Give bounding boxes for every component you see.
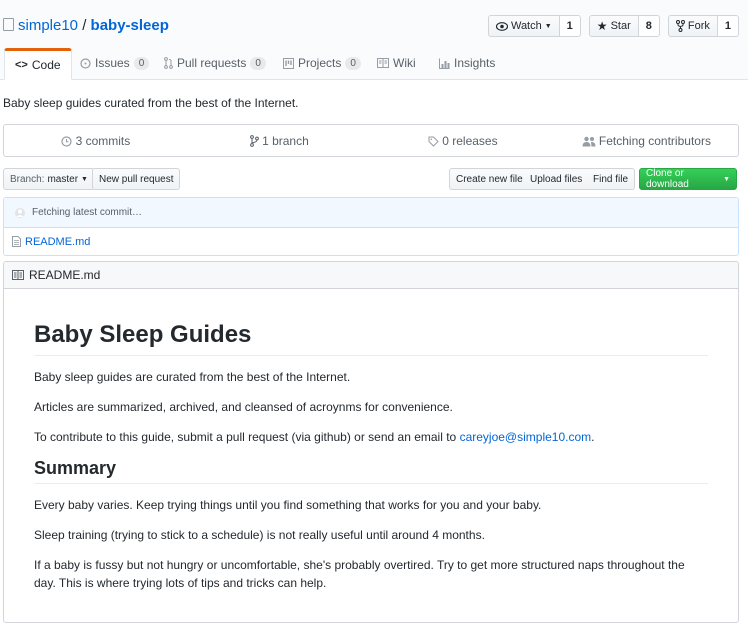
file-navigation: Branch: master ▼ New pull request Create… <box>3 168 737 190</box>
contributors-status: Fetching contributors <box>598 133 711 148</box>
watch-group: Watch ▼ 1 <box>487 15 581 37</box>
readme-paragraph: Baby sleep guides are curated from the b… <box>34 370 351 384</box>
new-pull-request-button[interactable]: New pull request <box>92 168 181 190</box>
branches-link[interactable]: 1 branch <box>188 134 372 148</box>
releases-count: 0 releases <box>442 133 498 148</box>
tag-icon <box>428 136 439 147</box>
chevron-down-icon: ▼ <box>544 22 552 30</box>
tab-insights-label: Insights <box>454 56 496 70</box>
star-icon: ★ <box>596 19 608 33</box>
commit-panel: Fetching latest commit… README.md <box>3 197 739 256</box>
commits-link[interactable]: 3 commits <box>4 134 188 148</box>
tab-pull-requests-label: Pull requests <box>177 56 247 70</box>
tab-code[interactable]: <> Code <box>4 48 72 80</box>
tab-pull-requests[interactable]: Pull requests 0 <box>164 48 266 78</box>
repo-description: Baby sleep guides curated from the best … <box>3 96 299 110</box>
tab-projects-label: Projects <box>298 56 342 70</box>
star-label: Star <box>610 20 631 32</box>
star-count[interactable]: 8 <box>638 15 660 37</box>
pull-request-icon <box>164 57 173 69</box>
readme-header: README.md <box>4 262 738 289</box>
branches-count: 1 branch <box>262 133 309 148</box>
graph-icon <box>439 58 450 69</box>
contributors-link[interactable]: Fetching contributors <box>555 134 739 148</box>
fork-count[interactable]: 1 <box>717 15 739 37</box>
releases-link[interactable]: 0 releases <box>371 134 555 148</box>
projects-counter: 0 <box>345 56 361 70</box>
file-name-link[interactable]: README.md <box>25 236 90 248</box>
readme-body: Baby Sleep Guides Baby sleep guides are … <box>4 321 738 592</box>
fork-icon <box>675 20 685 32</box>
branch-select-button[interactable]: Branch: master ▼ <box>3 168 95 190</box>
tab-code-label: Code <box>31 58 61 72</box>
chevron-down-icon: ▼ <box>81 175 88 183</box>
fork-group: Fork 1 <box>667 15 739 37</box>
tab-issues[interactable]: Issues 0 <box>80 48 150 78</box>
clone-or-download-button[interactable]: Clone or download ▼ <box>639 168 737 190</box>
people-icon <box>582 136 596 147</box>
eye-icon <box>495 21 508 31</box>
tab-projects[interactable]: Projects 0 <box>283 48 361 78</box>
tab-insights[interactable]: Insights <box>439 48 495 78</box>
book-icon <box>377 58 389 68</box>
readme-paragraph: If a baby is fussy but not hungry or unc… <box>34 558 685 590</box>
sentence-end: . <box>591 430 595 444</box>
readme-paragraph: Sleep training (trying to stick to a sch… <box>34 528 485 542</box>
repo-owner-link[interactable]: simple10 <box>18 17 78 34</box>
issue-icon <box>80 57 91 69</box>
star-group: ★ Star 8 <box>588 15 660 37</box>
watch-button[interactable]: Watch ▼ <box>487 15 560 37</box>
readme-heading: Baby Sleep Guides <box>34 321 708 356</box>
numbers-summary: 3 commits 1 branch 0 releases Fetching c… <box>3 124 739 157</box>
find-file-button[interactable]: Find file <box>587 168 636 190</box>
contribute-text: To contribute to this guide, submit a pu… <box>34 430 460 444</box>
tab-wiki[interactable]: Wiki <box>377 48 416 78</box>
latest-commit-status: Fetching latest commit… <box>32 207 143 218</box>
readme-paragraph: To contribute to this guide, submit a pu… <box>34 428 708 446</box>
create-new-file-button[interactable]: Create new file <box>449 168 530 190</box>
readme-title: README.md <box>29 268 101 282</box>
watch-label: Watch <box>510 20 542 32</box>
summary-heading: Summary <box>34 458 708 484</box>
commits-count: 3 commits <box>75 133 131 148</box>
latest-commit-bar: Fetching latest commit… <box>4 198 738 228</box>
project-icon <box>283 57 294 69</box>
upload-files-button[interactable]: Upload files <box>524 168 590 190</box>
branch-name: master <box>47 173 79 185</box>
branch-prefix: Branch: <box>10 173 45 185</box>
tab-issues-label: Issues <box>95 56 130 70</box>
file-icon <box>12 236 21 247</box>
tab-wiki-label: Wiki <box>393 56 416 70</box>
repo-separator: / <box>82 17 87 34</box>
repo-header: simple10 / baby-sleep Watch ▼ 1 ★ Star 8… <box>0 0 748 48</box>
email-link[interactable]: careyjoe@simple10.com <box>460 430 592 444</box>
readme-paragraph: Every baby varies. Keep trying things un… <box>34 498 542 512</box>
code-icon: <> <box>15 59 28 71</box>
branch-icon <box>249 135 259 148</box>
issues-counter: 0 <box>133 56 150 70</box>
book-icon <box>12 270 24 280</box>
readme-panel: README.md Baby Sleep Guides Baby sleep g… <box>3 261 739 623</box>
repo-actions: Watch ▼ 1 ★ Star 8 Fork 1 <box>487 15 739 37</box>
repo-book-icon <box>3 18 14 31</box>
repo-title: simple10 / baby-sleep <box>3 17 169 34</box>
pull-requests-counter: 0 <box>250 56 266 70</box>
fork-label: Fork <box>687 20 710 32</box>
watch-count[interactable]: 1 <box>559 15 581 37</box>
chevron-down-icon: ▼ <box>723 175 730 183</box>
readme-paragraph: Articles are summarized, archived, and c… <box>34 400 453 414</box>
star-button[interactable]: ★ Star <box>588 15 639 37</box>
file-row[interactable]: README.md <box>4 228 738 255</box>
fork-button[interactable]: Fork <box>667 15 718 37</box>
spinner-icon <box>15 207 25 218</box>
history-icon <box>61 136 72 147</box>
repo-name-link[interactable]: baby-sleep <box>91 17 169 34</box>
clone-label: Clone or download <box>646 168 689 190</box>
repo-tabs: <> Code Issues 0 Pull requests 0 Project… <box>0 48 748 80</box>
